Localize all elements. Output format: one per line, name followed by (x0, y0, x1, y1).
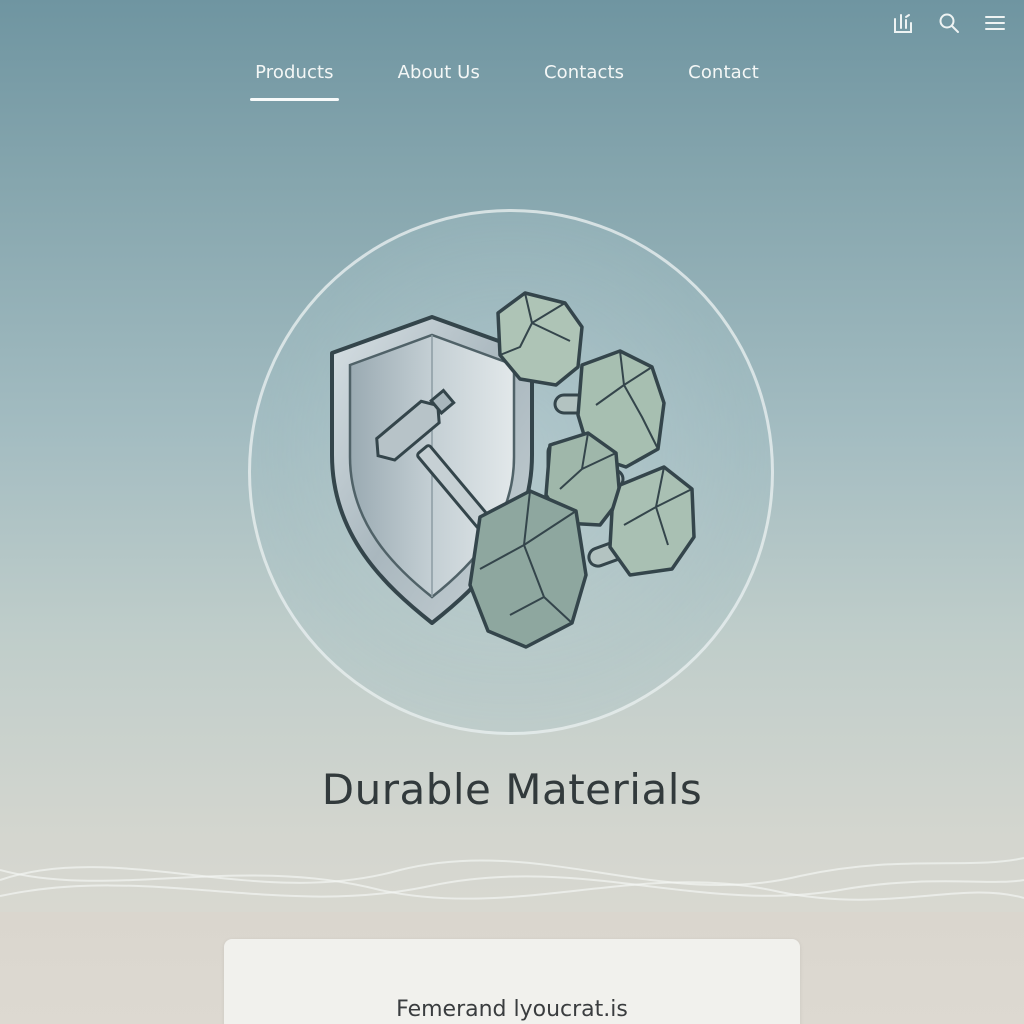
nav-item-contacts[interactable]: Contacts (531, 60, 637, 101)
nav-item-contact[interactable]: Contact (675, 60, 772, 101)
info-card: Femerand lyoucrat.is (224, 939, 800, 1024)
search-icon[interactable] (930, 8, 968, 38)
utility-toolbar (884, 8, 1014, 38)
chart-icon[interactable] (884, 8, 922, 38)
card-text: Femerand lyoucrat.is (396, 997, 628, 1022)
hero-title: Durable Materials (321, 765, 703, 814)
menu-icon[interactable] (976, 8, 1014, 38)
nav-item-about-us[interactable]: About Us (385, 60, 493, 101)
nav-list: Products About Us Contacts Contact (242, 60, 772, 101)
nav-item-products[interactable]: Products (242, 60, 347, 101)
main-nav: Products About Us Contacts Contact (0, 60, 1024, 101)
decorative-waves (0, 857, 1024, 901)
shield-hammer-stone-blocks-icon (330, 291, 696, 649)
